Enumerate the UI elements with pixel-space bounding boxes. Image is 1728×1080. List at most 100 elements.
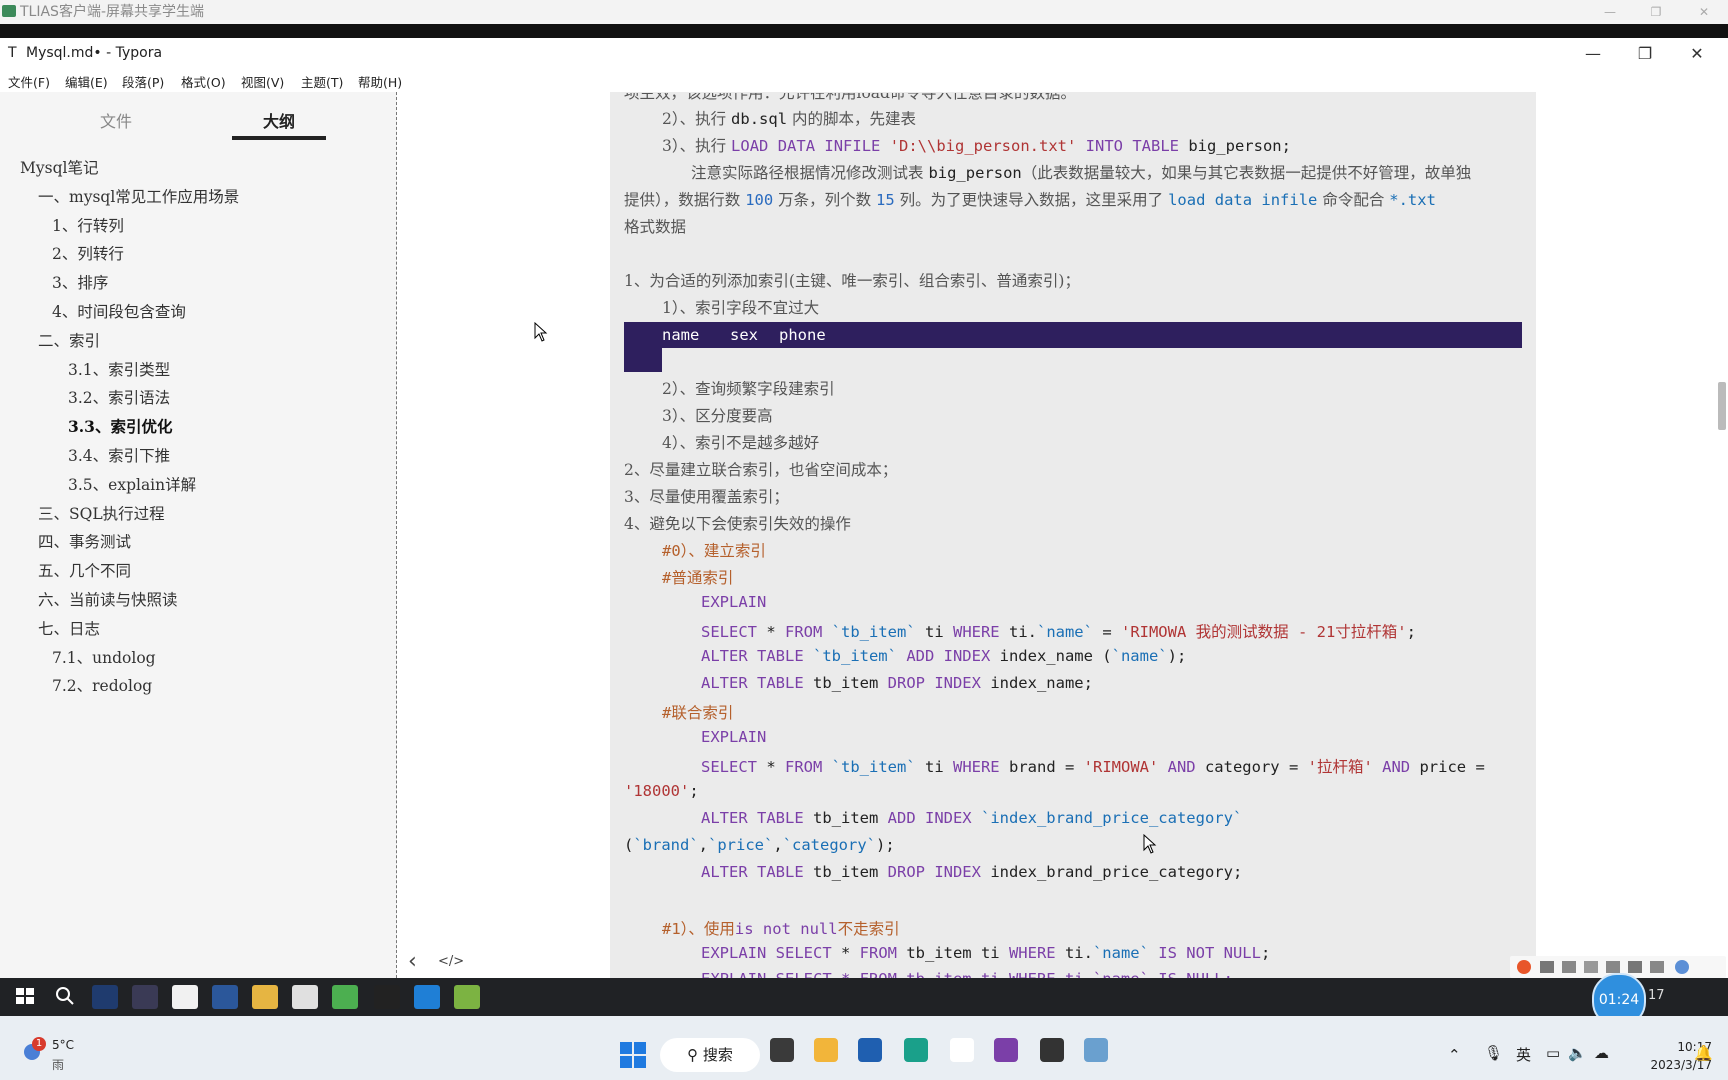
outline-item[interactable]: 3.1、索引类型 [68,358,170,380]
app-icon[interactable] [1084,1038,1108,1062]
outline-item[interactable]: 3.4、索引下推 [68,444,170,466]
outline-item[interactable]: 五、几个不同 [38,559,131,581]
outline-item[interactable]: 1、行转列 [52,214,124,236]
word-icon[interactable] [212,985,238,1009]
text-line: 格式数据 [624,218,687,236]
outline-item[interactable]: 3.3、索引优化 [68,415,172,437]
code-line: ALTER TABLE tb_item ADD INDEX `index_bra… [701,809,1243,827]
text-line: 4、避免以下会使索引失效的操作 [624,515,851,533]
ime-icon [1650,961,1664,973]
outline-item[interactable]: 一、mysql常见工作应用场景 [38,185,239,207]
viewer-divider [0,24,1728,38]
menu-paragraph[interactable]: 段落(P) [122,72,164,91]
editor-scrollbar[interactable] [1718,382,1726,430]
outline-item[interactable]: 2、列转行 [52,242,124,264]
ime-icon [1628,961,1642,973]
cloud-icon[interactable]: ☁ [1594,1044,1609,1062]
tab-outline-indicator [232,136,326,140]
network-icon[interactable]: ▭ [1546,1044,1560,1062]
menu-format[interactable]: 格式(O) [181,72,226,91]
menu-help[interactable]: 帮助(H) [358,72,402,91]
notification-icon[interactable]: 🔔 [1694,1044,1713,1062]
outline-item[interactable]: 4、时间段包含查询 [52,300,186,322]
search-icon[interactable] [52,985,78,1009]
ime-icon [1562,961,1576,973]
input-language[interactable]: 英 [1516,1044,1531,1065]
outline-item[interactable]: 七、日志 [38,617,100,639]
outline-item[interactable]: 六、当前读与快照读 [38,588,178,610]
typora-icon[interactable] [172,985,198,1009]
store-icon[interactable] [858,1038,882,1062]
menu-edit[interactable]: 编辑(E) [65,72,108,91]
outer-minimize-button[interactable]: — [1590,0,1630,24]
minimize-button[interactable]: — [1570,38,1616,70]
menu-file[interactable]: 文件(F) [8,72,50,91]
sidebar: 文件 大纲 Mysql笔记一、mysql常见工作应用场景 1、行转列 2、列转行 3、… [0,92,397,978]
tab-files[interactable]: 文件 [66,108,166,132]
folder-icon[interactable] [814,1038,838,1062]
ime-icon [1606,961,1620,973]
windows-logo-icon[interactable] [12,985,38,1009]
typora-title: Mysql.md• - Typora [26,45,163,61]
taskbar-search[interactable]: ⚲ 搜索 [660,1038,760,1072]
onenote-icon[interactable] [994,1038,1018,1062]
menubar: 文件(F) 编辑(E) 段落(P) 格式(O) 视图(V) 主题(T) 帮助(H… [0,70,1728,92]
close-button[interactable]: ✕ [1674,38,1720,70]
text-line: 2）、查询频繁字段建索引 [662,380,835,398]
outline-item[interactable]: Mysql笔记 [20,156,98,178]
outline-item[interactable]: 7.2、redolog [52,674,152,696]
tab-outline[interactable]: 大纲 [229,108,329,132]
selected-text: sex [730,326,758,344]
ime-icon [1584,961,1598,973]
tray-chevron-icon[interactable]: ⌃ [1448,1046,1461,1064]
notepad-icon[interactable] [454,985,480,1009]
ime-icon [1540,961,1554,973]
outline-item[interactable]: 三、SQL执行过程 [38,502,165,524]
selected-text: name [662,326,700,344]
outer-close-button[interactable]: ✕ [1684,0,1724,24]
file-explorer-icon[interactable] [770,1038,794,1062]
text-line: 2）、执行 db.sql 内的脚本，先建表 [662,110,916,128]
code-line: SELECT * FROM `tb_item` ti WHERE ti.`nam… [701,623,1416,641]
explorer-icon[interactable] [252,985,278,1009]
microphone-icon[interactable]: 🎙 [1484,1044,1503,1062]
obs-icon[interactable] [292,985,318,1009]
git-icon[interactable] [132,985,158,1009]
text-line: 1、为合适的列添加索引(主键、唯一索引、组合索引、普通索引)； [624,272,1080,290]
app-icon [2,5,16,17]
edge-icon[interactable] [414,985,440,1009]
menu-view[interactable]: 视图(V) [241,72,284,91]
windows-start-icon[interactable] [620,1042,646,1068]
mouse-cursor [534,322,548,342]
outline-item[interactable]: 7.1、undolog [52,646,156,668]
code-line: EXPLAIN [701,728,767,746]
chrome-icon[interactable] [332,985,358,1009]
text-line: 3）、区分度要高 [662,407,773,425]
outline-item[interactable]: 3.2、索引语法 [68,386,170,408]
selection-highlight [624,348,662,372]
text-line: 1）、索引字段不宜过大 [662,299,820,317]
code-line: ALTER TABLE tb_item DROP INDEX index_nam… [701,674,1093,692]
back-icon[interactable]: ‹ [408,951,417,973]
code-line-partial: EXPLAIN SELECT * FROM tb_item ti WHERE t… [701,970,1233,978]
outline-item[interactable]: 3.5、explain详解 [68,473,196,495]
selection-highlight [624,322,1522,348]
comment-line: #普通索引 [662,569,734,587]
comment-line: #1）、使用is not null不走索引 [662,920,900,938]
obs-icon[interactable] [1040,1038,1064,1062]
outline-item[interactable]: 四、事务测试 [38,530,131,552]
comment-line: #0）、建立索引 [662,542,766,560]
volume-icon[interactable]: 🔈 [1568,1044,1587,1062]
outer-window-titlebar: TLIAS客户端-屏幕共享学生端 — ❐ ✕ [0,0,1728,24]
typora-dark-icon[interactable] [374,985,400,1009]
source-mode-icon[interactable]: </> [438,954,464,969]
menu-theme[interactable]: 主题(T) [301,72,343,91]
outline-item[interactable]: 3、排序 [52,271,108,293]
outer-maximize-button[interactable]: ❐ [1636,0,1676,24]
edge-icon[interactable] [904,1038,928,1062]
maximize-button[interactable]: ❐ [1622,38,1668,70]
typora-icon[interactable] [950,1038,974,1062]
text-line: 3）、执行 LOAD DATA INFILE 'D:\\big_person.t… [662,137,1291,155]
outline-item[interactable]: 二、索引 [38,329,100,351]
intellij-icon[interactable] [92,985,118,1009]
